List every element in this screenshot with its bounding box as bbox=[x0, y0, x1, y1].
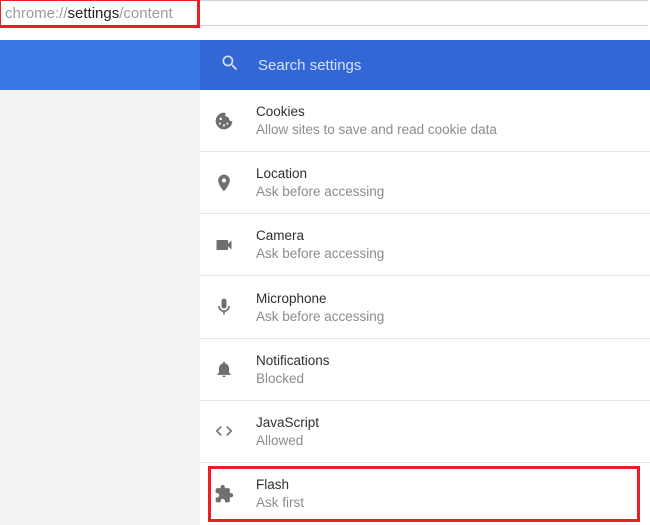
row-title: JavaScript bbox=[256, 415, 319, 430]
row-subtitle: Ask before accessing bbox=[256, 309, 384, 324]
row-title: Location bbox=[256, 166, 384, 181]
url-host: settings bbox=[68, 5, 120, 22]
search-settings[interactable] bbox=[200, 40, 650, 90]
url-scheme: chrome:// bbox=[5, 5, 68, 22]
row-camera[interactable]: Camera Ask before accessing bbox=[200, 214, 650, 276]
search-input[interactable] bbox=[258, 57, 558, 74]
row-cookies[interactable]: Cookies Allow sites to save and read coo… bbox=[200, 90, 650, 152]
microphone-icon bbox=[214, 297, 256, 317]
row-subtitle: Ask before accessing bbox=[256, 246, 384, 261]
spacer bbox=[0, 26, 650, 40]
settings-header bbox=[0, 40, 650, 90]
row-subtitle: Allowed bbox=[256, 433, 319, 448]
row-subtitle: Ask before accessing bbox=[256, 184, 384, 199]
row-title: Flash bbox=[256, 477, 304, 492]
row-subtitle: Allow sites to save and read cookie data bbox=[256, 122, 497, 137]
row-title: Camera bbox=[256, 228, 384, 243]
row-javascript[interactable]: JavaScript Allowed bbox=[200, 401, 650, 463]
row-title: Notifications bbox=[256, 353, 330, 368]
bell-icon bbox=[214, 359, 256, 379]
code-icon bbox=[214, 421, 256, 441]
row-notifications[interactable]: Notifications Blocked bbox=[200, 339, 650, 401]
camera-icon bbox=[214, 235, 256, 255]
row-subtitle: Ask first bbox=[256, 495, 304, 510]
row-location[interactable]: Location Ask before accessing bbox=[200, 152, 650, 214]
row-microphone[interactable]: Microphone Ask before accessing bbox=[200, 276, 650, 338]
location-icon bbox=[214, 173, 256, 193]
row-flash[interactable]: Flash Ask first bbox=[200, 463, 650, 525]
row-subtitle: Blocked bbox=[256, 371, 330, 386]
address-bar[interactable]: chrome://settings/content bbox=[0, 0, 648, 26]
row-title: Cookies bbox=[256, 104, 497, 119]
extension-icon bbox=[214, 484, 256, 504]
search-icon bbox=[220, 53, 240, 78]
body: Cookies Allow sites to save and read coo… bbox=[0, 90, 650, 525]
content-settings-list: Cookies Allow sites to save and read coo… bbox=[200, 90, 650, 525]
sidebar bbox=[0, 90, 200, 525]
url-path: /content bbox=[119, 5, 172, 22]
header-left-accent bbox=[0, 40, 200, 90]
row-title: Microphone bbox=[256, 291, 384, 306]
cookie-icon bbox=[214, 111, 256, 131]
